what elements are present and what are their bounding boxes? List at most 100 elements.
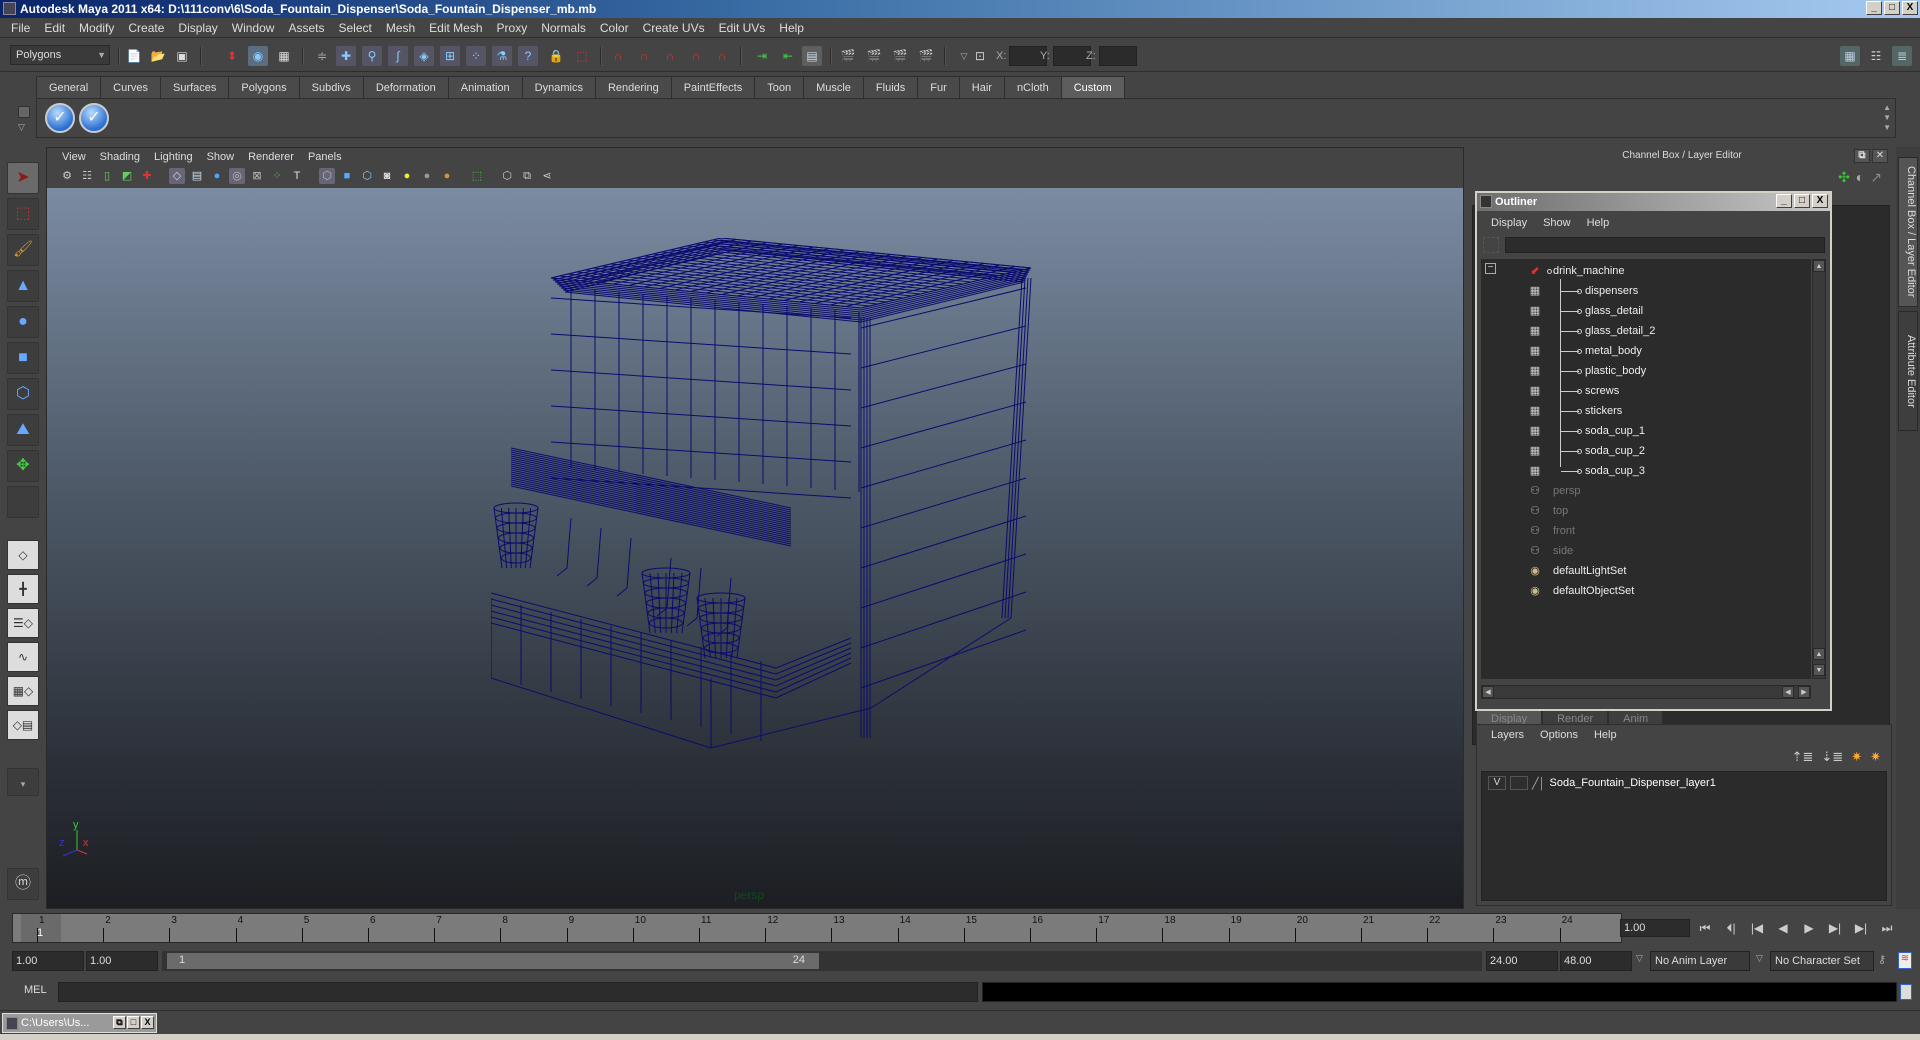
- construction-history-icon[interactable]: ▤: [802, 46, 822, 66]
- menu-edit-mesh[interactable]: Edit Mesh: [422, 21, 489, 35]
- animation-start-field[interactable]: 1.00: [12, 951, 84, 971]
- hyperbolic-icon[interactable]: ↗: [1870, 169, 1882, 186]
- menu-edit[interactable]: Edit: [37, 21, 72, 35]
- open-scene-icon[interactable]: 📂: [148, 46, 168, 66]
- outliner-item[interactable]: ⬋ drink_machine: [1481, 261, 1811, 281]
- mode-selector[interactable]: Polygons ▼: [10, 45, 110, 65]
- wireframe-on-shaded-icon[interactable]: ⬡: [359, 168, 375, 184]
- layer-menu-options[interactable]: Options: [1532, 729, 1586, 741]
- outliner-item[interactable]: ▦ glass_detail: [1481, 301, 1811, 321]
- camera-attributes-icon[interactable]: ☷: [79, 168, 95, 184]
- safe-title-icon[interactable]: T: [289, 168, 305, 184]
- z-field[interactable]: [1098, 46, 1137, 66]
- outliner-item[interactable]: ⚇ front: [1481, 521, 1811, 541]
- image-plane-icon[interactable]: ◩: [119, 168, 135, 184]
- make-live-icon[interactable]: ∩: [712, 46, 732, 66]
- universal-manipulator-icon[interactable]: ⬡: [7, 378, 39, 410]
- outliner-item[interactable]: ▦ soda_cup_3: [1481, 461, 1811, 481]
- select-misc-icon[interactable]: ?: [518, 46, 538, 66]
- step-forward-key-icon[interactable]: ▶|: [1824, 919, 1846, 937]
- menu-window[interactable]: Window: [225, 21, 282, 35]
- layer-color-swatch[interactable]: ╱│: [1532, 777, 1546, 790]
- menu-modify[interactable]: Modify: [72, 21, 121, 35]
- select-camera-icon[interactable]: ⚙: [59, 168, 75, 184]
- move-layer-down-icon[interactable]: ⇣≣: [1821, 749, 1843, 765]
- shelf-tab-general[interactable]: General: [36, 76, 102, 98]
- move-tool-icon[interactable]: ▲: [7, 270, 39, 302]
- scroll-left-icon[interactable]: ◀: [1782, 686, 1794, 698]
- viewport-menu-shading[interactable]: Shading: [93, 151, 147, 163]
- layer-row[interactable]: V ╱│ Soda_Fountain_Dispenser_layer1: [1488, 776, 1716, 790]
- select-curves-icon[interactable]: ∫: [388, 46, 408, 66]
- outliner-item[interactable]: ▦ plastic_body: [1481, 361, 1811, 381]
- menu-normals[interactable]: Normals: [534, 21, 593, 35]
- shelf-tab-polygons[interactable]: Polygons: [228, 76, 300, 98]
- menu-mesh[interactable]: Mesh: [379, 21, 422, 35]
- play-backwards-icon[interactable]: ◀: [1772, 919, 1794, 937]
- shelf-tab-fluids[interactable]: Fluids: [862, 76, 919, 98]
- speed-icon[interactable]: ◐: [1856, 169, 1864, 186]
- layer-playback-toggle[interactable]: [1510, 776, 1528, 790]
- float-panel-icon[interactable]: ⧉: [1854, 149, 1870, 163]
- menu-create-uvs[interactable]: Create UVs: [636, 21, 712, 35]
- command-language-label[interactable]: MEL: [24, 984, 47, 996]
- shelf-tab-hair[interactable]: Hair: [958, 76, 1005, 98]
- bookmarks-icon[interactable]: ▯: [99, 168, 115, 184]
- outliner-close-button[interactable]: X: [1812, 194, 1828, 208]
- outliner-horizontal-scrollbar[interactable]: ◀ ◀ ▶: [1481, 685, 1811, 699]
- select-handles-icon[interactable]: ✚: [336, 46, 356, 66]
- paint-select-tool-icon[interactable]: 🖌: [7, 234, 39, 266]
- shelf-tab-deformation[interactable]: Deformation: [362, 76, 449, 98]
- playback-end-field[interactable]: 24.00: [1486, 951, 1558, 971]
- wireframe-icon[interactable]: ⬡: [319, 168, 335, 184]
- maximize-button[interactable]: □: [127, 1016, 140, 1029]
- playback-start-field[interactable]: 1.00: [86, 951, 158, 971]
- lasso-tool-icon[interactable]: ⬚: [7, 198, 39, 230]
- close-button[interactable]: X: [141, 1016, 154, 1029]
- checkmark-icon[interactable]: ✓: [45, 103, 75, 133]
- film-gate-icon[interactable]: ▤: [189, 168, 205, 184]
- shelf-tab-custom[interactable]: Custom: [1060, 76, 1125, 98]
- menu-create[interactable]: Create: [121, 21, 171, 35]
- outliner-item[interactable]: ⚇ side: [1481, 541, 1811, 561]
- show-manipulator-tool-icon[interactable]: ✥: [7, 450, 39, 482]
- range-bar[interactable]: 1 24: [166, 952, 820, 970]
- absolute-transform-icon[interactable]: ⊡: [970, 46, 990, 66]
- outliner-menu-help[interactable]: Help: [1579, 217, 1618, 229]
- shadows-icon[interactable]: ●: [419, 168, 435, 184]
- isolate-select-icon[interactable]: ⬚: [469, 168, 485, 184]
- select-dynamics-icon[interactable]: ⁘: [466, 46, 486, 66]
- layer-name[interactable]: Soda_Fountain_Dispenser_layer1: [1550, 777, 1716, 789]
- side-tab-channel-box[interactable]: Channel Box / Layer Editor: [1898, 157, 1918, 307]
- filter-options-icon[interactable]: [1483, 237, 1499, 253]
- soda-fountain-wireframe[interactable]: [491, 238, 1131, 878]
- perspective-viewport[interactable]: y x z persp: [47, 188, 1463, 908]
- persp-graph-layout-icon[interactable]: ∿: [7, 642, 39, 672]
- soft-modification-tool-icon[interactable]: ⛰: [7, 414, 39, 446]
- shelf-menu-icon[interactable]: [18, 106, 30, 118]
- menu-proxy[interactable]: Proxy: [490, 21, 535, 35]
- select-rendering-icon[interactable]: ⚗: [492, 46, 512, 66]
- outliner-item[interactable]: ⚇ persp: [1481, 481, 1811, 501]
- layer-visibility-toggle[interactable]: V: [1488, 776, 1506, 790]
- go-to-start-icon[interactable]: ⏮: [1694, 919, 1716, 937]
- viewport-menu-panels[interactable]: Panels: [301, 151, 349, 163]
- shelf-tab-dynamics[interactable]: Dynamics: [521, 76, 596, 98]
- animation-preferences-icon[interactable]: ≋: [1898, 952, 1912, 969]
- step-back-frame-icon[interactable]: ⏴|: [1720, 919, 1742, 937]
- safe-action-icon[interactable]: ⁘: [269, 168, 285, 184]
- smooth-shade-icon[interactable]: ■: [339, 168, 355, 184]
- current-frame-field[interactable]: 1.00: [1620, 919, 1690, 937]
- restore-button[interactable]: ⧉: [113, 1016, 126, 1029]
- select-surfaces-icon[interactable]: ◈: [414, 46, 434, 66]
- scroll-left-icon[interactable]: ◀: [1482, 686, 1494, 698]
- snap-to-point-icon[interactable]: ∩: [660, 46, 680, 66]
- menu-assets[interactable]: Assets: [281, 21, 331, 35]
- menu-help[interactable]: Help: [772, 21, 811, 35]
- four-view-layout-icon[interactable]: ╋: [7, 574, 39, 604]
- outliner-item[interactable]: ◉ defaultObjectSet: [1481, 581, 1811, 601]
- ipr-render-icon[interactable]: 🎬: [890, 46, 910, 66]
- field-chart-icon[interactable]: ⊠: [249, 168, 265, 184]
- new-scene-icon[interactable]: 📄: [124, 46, 144, 66]
- gate-mask-icon[interactable]: ◎: [229, 168, 245, 184]
